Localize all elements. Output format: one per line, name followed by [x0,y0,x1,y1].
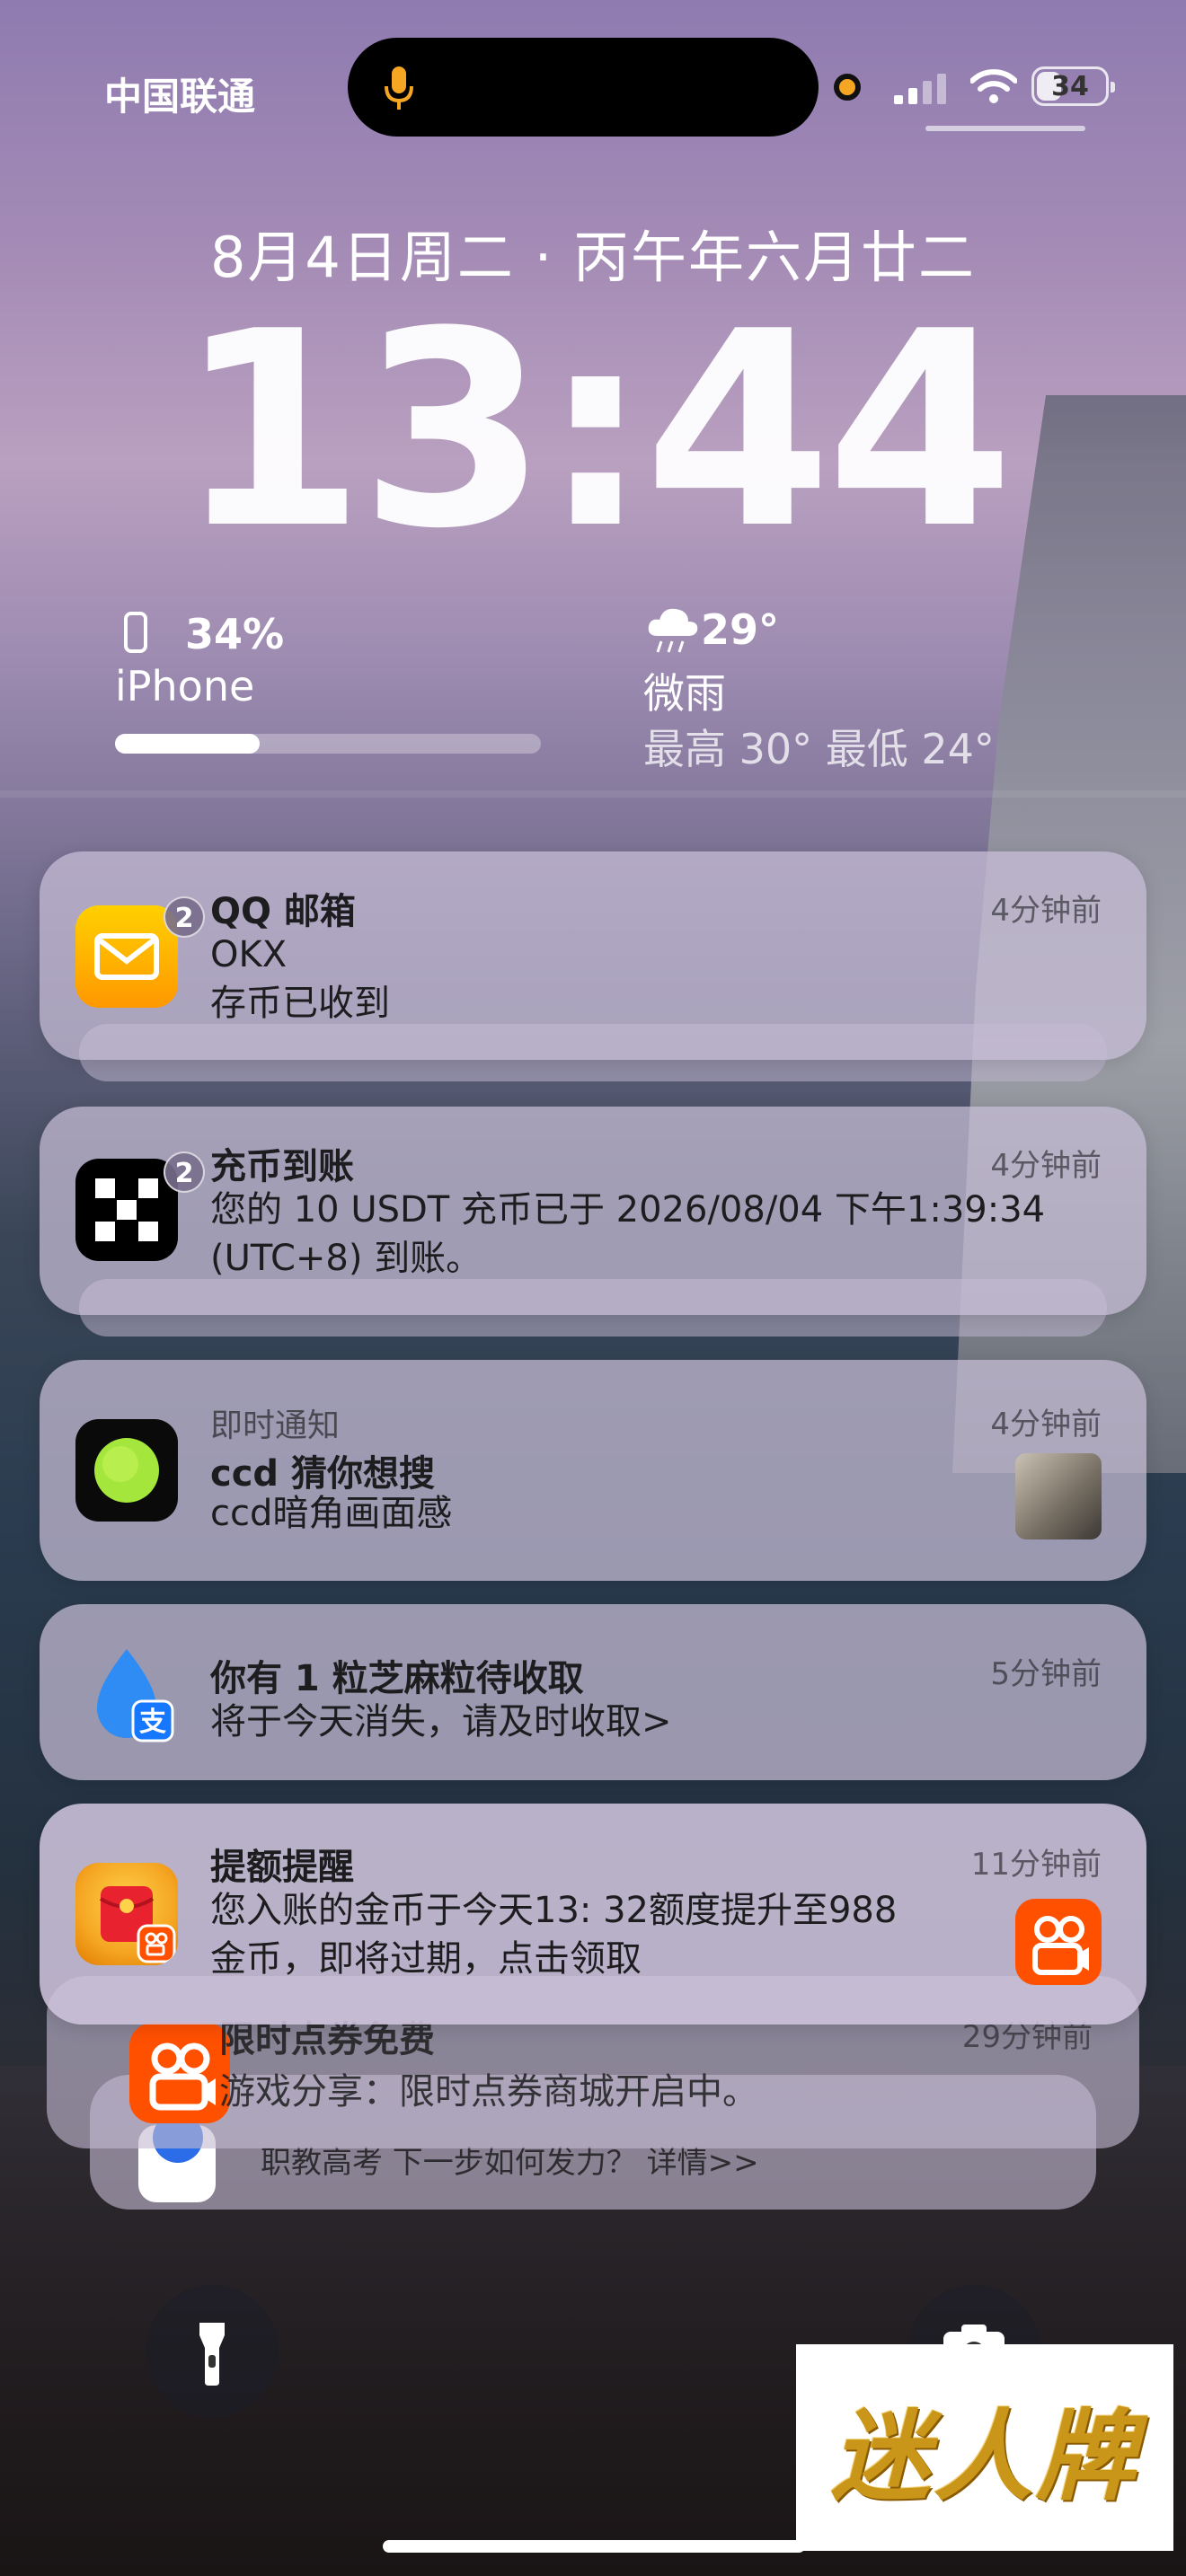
notification-time: 4分钟前 [990,893,1102,929]
mail-icon [75,905,178,1008]
microphone-icon [385,66,413,110]
notification-thumbnail [1015,1453,1102,1539]
iphone-icon [124,612,147,653]
notification-title: 提额提醒 [210,1847,354,1888]
soul-dot-icon [75,1419,178,1522]
kuaishou-icon [129,2023,230,2123]
notification-instant[interactable]: 即时通知 ccd 猜你想搜 4分钟前 ccd暗角画面感 [40,1360,1146,1581]
okx-icon [75,1159,178,1261]
battery-icon: 34 [1031,66,1115,106]
notification-line: 游戏分享：限时点券商城开启中。 [219,2071,758,2113]
notification-time: 4分钟前 [990,1148,1102,1184]
battery-widget-percent: 34% [185,610,285,658]
watermark-logo: 迷人牌 [796,2344,1173,2551]
notification-line: 将于今天消失，请及时收取> [210,1701,672,1742]
notification-qqmail[interactable]: 2 QQ 邮箱 4分钟前 OKX 存币已收到 [40,851,1146,1060]
notification-title: 充币到账 [210,1146,354,1187]
notification-line: ccd暗角画面感 [210,1493,453,1534]
watermark-text: 迷人牌 [831,2398,1138,2514]
kuaishou-icon [1015,1899,1102,1985]
notification-count-badge: 2 [164,896,205,938]
notification-title: 你有 1 粒芝麻粒待收取 [210,1658,584,1699]
notification-time: 11分钟前 [970,1847,1102,1883]
flashlight-button[interactable] [146,2285,279,2418]
notification-kuaishou[interactable]: 提额提醒 11分钟前 您入账的金币于今天13: 32额度提升至988 金币，即将… [40,1804,1146,2025]
notification-okx[interactable]: 2 充币到账 4分钟前 您的 10 USDT 充币已于 2026/08/04 下… [40,1107,1146,1315]
weather-condition: 微雨 [643,669,726,718]
status-bar: 中国联通 34 [0,0,1186,171]
battery-level: 34 [1051,70,1089,102]
camera-indicator-icon [834,74,861,101]
notification-count-badge: 2 [164,1151,205,1193]
notification-line: 金币，即将过期，点击领取 [210,1938,642,1980]
notification-line: 存币已收到 [210,983,390,1024]
home-indicator[interactable] [383,2540,805,2553]
notification-line: 您入账的金币于今天13: 32额度提升至988 [210,1890,898,1931]
notification-subtitle: 即时通知 [210,1407,341,1444]
alipay-icon: 支 [75,1644,178,1746]
cellular-signal-icon [894,74,946,104]
notification-line: (UTC+8) 到账。 [210,1238,482,1279]
weather-temp: 29° [701,605,780,654]
flashlight-icon [199,2323,225,2386]
carrier-label: 中国联通 [104,75,256,119]
notification-line: OKX [210,934,288,975]
notification-line: 您的 10 USDT 充币已于 2026/08/04 下午1:39:34 [210,1189,1046,1231]
notification-time: 5分钟前 [990,1656,1102,1692]
notification-alipay[interactable]: 支 你有 1 粒芝麻粒待收取 5分钟前 将于今天消失，请及时收取> [40,1604,1146,1780]
battery-widget-bar [115,734,541,754]
rain-cloud-icon [648,608,698,653]
background-horizon [0,790,1186,798]
battery-widget-device: iPhone [115,662,255,710]
control-center-grabber[interactable] [925,126,1085,131]
notification-time: 4分钟前 [990,1407,1102,1442]
redpacket-icon [75,1863,178,1965]
notification-title: QQ 邮箱 [210,891,356,932]
lock-time[interactable]: 13:44 [0,296,1186,566]
wifi-icon [970,69,1017,103]
svg-text:支: 支 [139,1707,166,1738]
weather-range: 最高 30° 最低 24° [643,725,995,773]
dynamic-island[interactable] [348,38,819,137]
